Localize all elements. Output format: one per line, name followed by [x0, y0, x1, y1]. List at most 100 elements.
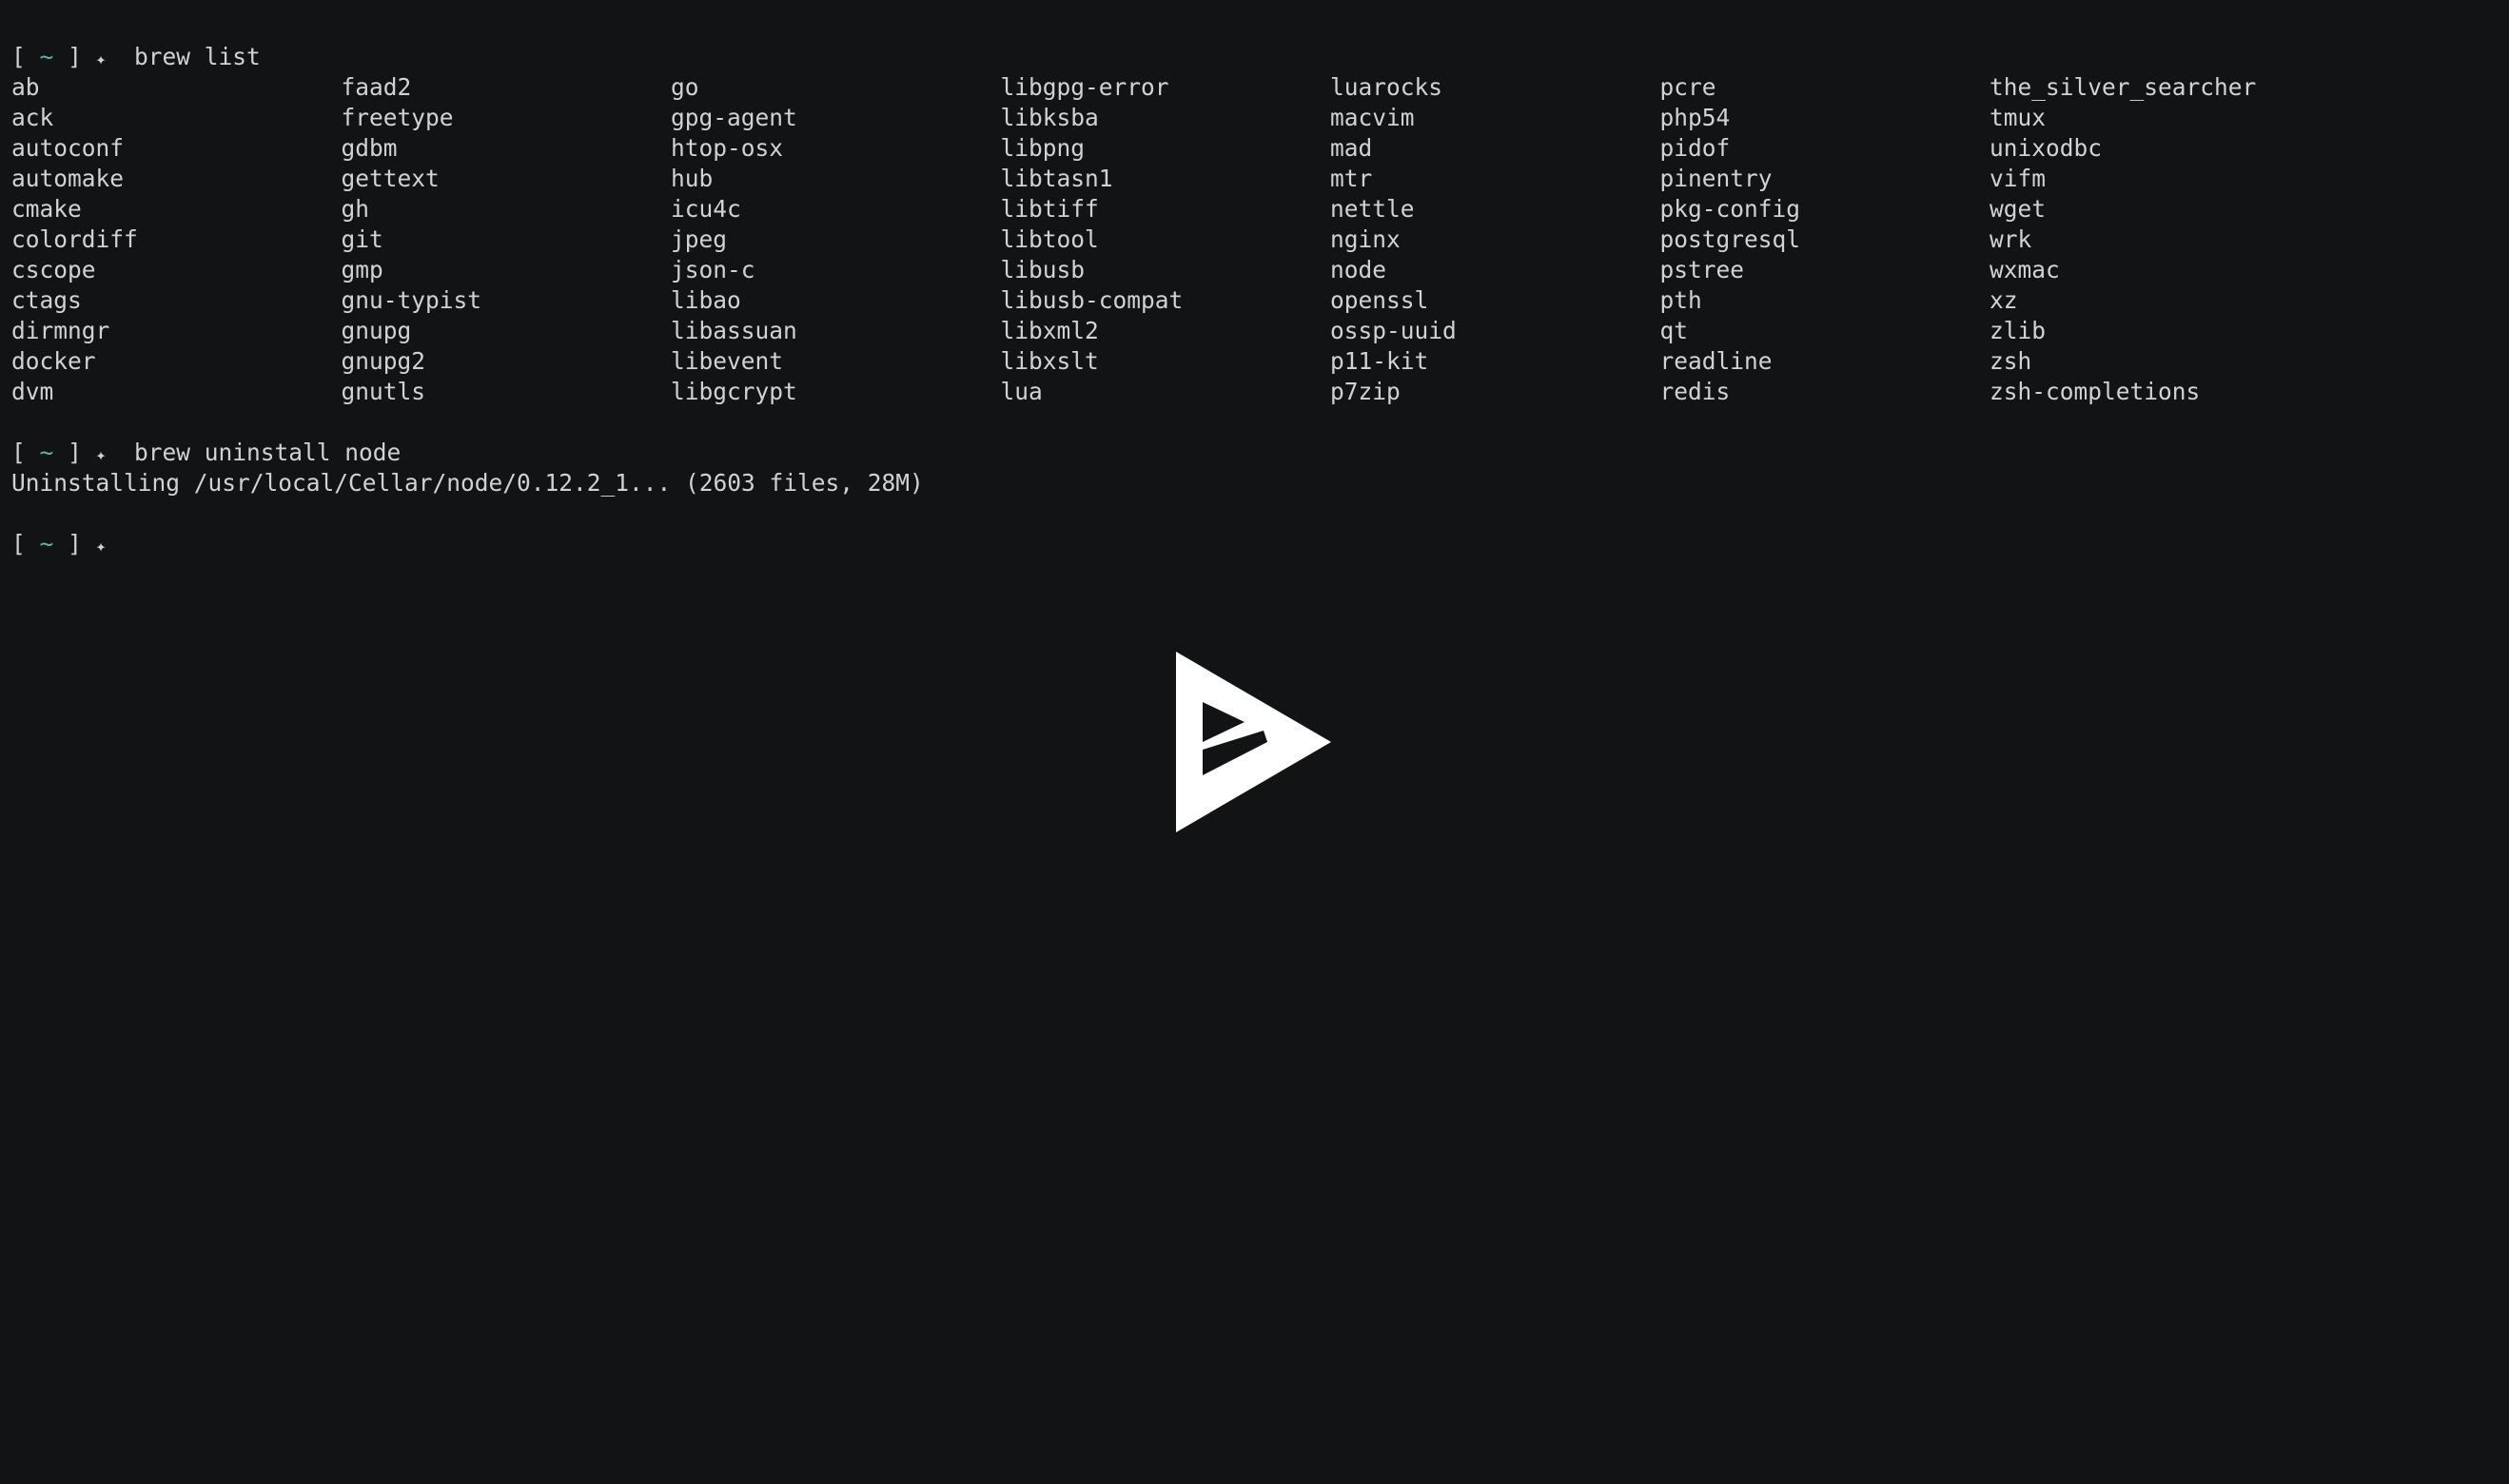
brew-formula-item: lua — [1000, 378, 1043, 405]
prompt-home-dir: ~ — [39, 43, 54, 70]
brew-formula-item: p7zip — [1330, 378, 1401, 405]
brew-formula-item: automake — [11, 165, 125, 192]
brew-formula-item: nettle — [1330, 195, 1415, 223]
brew-formula-item: git — [341, 225, 383, 253]
prompt-home-dir: ~ — [39, 439, 54, 466]
brew-formula-item: macvim — [1330, 104, 1415, 131]
brew-formula-item: go — [671, 73, 699, 101]
brew-formula-item: node — [1330, 256, 1387, 283]
brew-formula-item: gnupg — [341, 317, 412, 344]
prompt-symbol: ✦ — [95, 445, 107, 465]
brew-formula-item: libao — [671, 286, 741, 314]
brew-formula-item: pstree — [1659, 256, 1745, 283]
brew-formula-item: mad — [1330, 134, 1373, 162]
brew-formula-item: openssl — [1330, 286, 1429, 314]
brew-formula-item: dirmngr — [11, 317, 110, 344]
brew-formula-item: pkg-config — [1659, 195, 1801, 223]
brew-formula-item: pth — [1659, 286, 1702, 314]
brew-formula-item: cmake — [11, 195, 82, 223]
prompt-open-bracket: [ — [11, 439, 26, 466]
brew-formula-item: libxml2 — [1000, 317, 1099, 344]
prompt-home-dir: ~ — [39, 530, 54, 557]
prompt-line-1: [ ~ ] ✦ brew list — [11, 42, 2495, 72]
brew-formula-item: postgresql — [1659, 225, 1801, 253]
asciinema-play-logo-icon — [1176, 652, 1331, 832]
brew-formula-item: ossp-uuid — [1330, 317, 1457, 344]
brew-formula-item: wxmac — [1990, 256, 2060, 283]
brew-formula-item: readline — [1659, 347, 1773, 375]
brew-formula-item: tmux — [1990, 104, 2047, 131]
brew-formula-item: libassuan — [671, 317, 797, 344]
brew-formula-item: xz — [1990, 286, 2018, 314]
brew-formula-item: libusb — [1000, 256, 1086, 283]
brew-formula-item: p11-kit — [1330, 347, 1429, 375]
brew-formula-item: autoconf — [11, 134, 125, 162]
command-brew-list: brew list — [133, 43, 261, 70]
brew-formula-item: unixodbc — [1990, 134, 2103, 162]
brew-formula-item: libxslt — [1000, 347, 1099, 375]
uninstall-output: Uninstalling /usr/local/Cellar/node/0.12… — [11, 469, 924, 497]
brew-formula-item: gettext — [341, 165, 440, 192]
brew-formula-item: zsh — [1990, 347, 2032, 375]
brew-formula-item: pinentry — [1659, 165, 1773, 192]
brew-formula-item: zsh-completions — [1990, 378, 2201, 405]
brew-formula-item: wrk — [1990, 225, 2032, 253]
brew-formula-item: vifm — [1990, 165, 2047, 192]
prompt-line-2: [ ~ ] ✦ brew uninstall node — [11, 438, 2495, 468]
prompt-close-bracket: ] — [68, 439, 82, 466]
brew-formula-item: libtiff — [1000, 195, 1099, 223]
brew-formula-item: pcre — [1659, 73, 1716, 101]
brew-formula-item: redis — [1659, 378, 1731, 405]
brew-formula-item: libusb-compat — [1000, 286, 1184, 314]
brew-formula-item: ack — [11, 104, 54, 131]
brew-formula-item: ctags — [11, 286, 82, 314]
prompt-close-bracket: ] — [68, 530, 82, 557]
brew-formula-item: libgcrypt — [671, 378, 797, 405]
brew-formula-item: docker — [11, 347, 96, 375]
brew-formula-item: jpeg — [671, 225, 728, 253]
brew-formula-item: faad2 — [341, 73, 412, 101]
brew-formula-item: mtr — [1330, 165, 1373, 192]
prompt-close-bracket: ] — [68, 43, 82, 70]
brew-formula-item: pidof — [1659, 134, 1731, 162]
brew-formula-item: gh — [341, 195, 370, 223]
brew-formula-item: gpg-agent — [671, 104, 797, 131]
brew-formula-item: libtasn1 — [1000, 165, 1113, 192]
brew-formula-item: libgpg-error — [1000, 73, 1169, 101]
brew-formula-item: libksba — [1000, 104, 1099, 131]
brew-formula-item: gnupg2 — [341, 347, 426, 375]
play-button[interactable] — [1170, 649, 1332, 835]
brew-formula-item: php54 — [1659, 104, 1731, 131]
brew-formula-item: zlib — [1990, 317, 2047, 344]
brew-formula-item: libpng — [1000, 134, 1086, 162]
brew-formula-item: colordiff — [11, 225, 138, 253]
brew-formula-item: gmp — [341, 256, 383, 283]
brew-formula-item: gnutls — [341, 378, 426, 405]
brew-list-output: ab ack autoconf automake cmake colordiff cscop… — [11, 72, 2495, 407]
brew-formula-item: qt — [1659, 317, 1689, 344]
prompt-open-bracket: [ — [11, 43, 26, 70]
brew-formula-item: cscope — [11, 256, 96, 283]
brew-formula-item: wget — [1990, 195, 2047, 223]
brew-formula-item: gnu-typist — [341, 286, 482, 314]
prompt-open-bracket: [ — [11, 530, 26, 557]
prompt-symbol: ✦ — [95, 537, 107, 556]
prompt-line-3: [ ~ ] ✦ — [11, 529, 2495, 559]
brew-formula-item: htop-osx — [671, 134, 784, 162]
asciinema-player: { "prompt": { "open": "[", "home": "~", … — [0, 0, 2509, 1484]
brew-formula-item: gdbm — [341, 134, 398, 162]
brew-formula-item: freetype — [341, 104, 454, 131]
prompt-symbol: ✦ — [95, 49, 107, 69]
brew-formula-item: the_silver_searcher — [1990, 73, 2257, 101]
brew-formula-item: ab — [11, 73, 40, 101]
brew-formula-item: dvm — [11, 378, 54, 405]
terminal-screen: [ ~ ] ✦ brew list ab ack autoconf automake c… — [11, 42, 2495, 559]
command-brew-uninstall: brew uninstall node — [133, 439, 402, 466]
brew-formula-item: hub — [671, 165, 714, 192]
brew-formula-item: libtool — [1000, 225, 1099, 253]
brew-formula-item: icu4c — [671, 195, 741, 223]
brew-formula-item: nginx — [1330, 225, 1401, 253]
brew-formula-item: libevent — [671, 347, 784, 375]
